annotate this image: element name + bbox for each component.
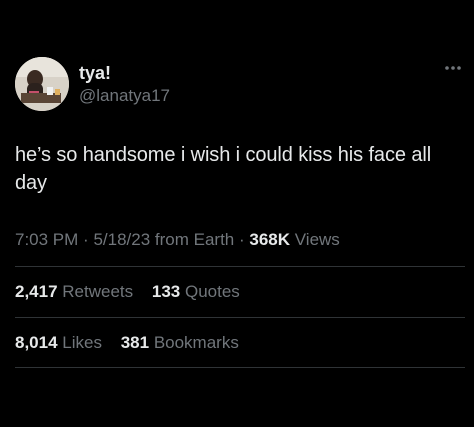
- display-name[interactable]: tya!: [79, 62, 111, 84]
- views-label: Views: [294, 230, 340, 249]
- tweet-text: he’s so handsome i wish i could kiss his…: [15, 144, 432, 194]
- tweet-time[interactable]: 7:03 PM: [15, 230, 78, 249]
- quotes-label: Quotes: [185, 282, 240, 301]
- user-handle[interactable]: @lanatya17: [79, 85, 170, 107]
- profile-photo-icon: [15, 57, 69, 111]
- tweet-card: tya! @lanatya17 he’s so handsome i wish …: [0, 0, 474, 427]
- bookmarks-count: 381: [120, 333, 150, 352]
- retweets-label: Retweets: [62, 282, 134, 301]
- likes-count: 8,014: [15, 333, 58, 352]
- engagement-row-2: 8,014 Likes 381 Bookmarks: [15, 331, 253, 355]
- likes-stat[interactable]: 8,014 Likes: [15, 331, 102, 355]
- engagement-row-1: 2,417 Retweets 133 Quotes: [15, 280, 254, 304]
- meta-separator: ·: [83, 230, 94, 249]
- divider: [15, 317, 465, 318]
- quotes-count: 133: [151, 282, 181, 301]
- tweet-source: from Earth: [154, 230, 235, 249]
- bookmarks-label: Bookmarks: [153, 333, 239, 352]
- divider: [15, 367, 465, 368]
- quotes-stat[interactable]: 133 Quotes: [152, 280, 240, 304]
- tweet-date[interactable]: 5/18/23: [93, 230, 150, 249]
- views-count: 368K: [249, 230, 291, 249]
- bookmarks-stat[interactable]: 381 Bookmarks: [121, 331, 239, 355]
- ellipsis-icon[interactable]: [440, 60, 466, 76]
- divider: [15, 266, 465, 267]
- avatar[interactable]: [15, 57, 69, 111]
- retweets-count: 2,417: [15, 282, 58, 301]
- tweet-meta: 7:03 PM · 5/18/23 from Earth · 368K View…: [15, 228, 340, 252]
- likes-label: Likes: [62, 333, 102, 352]
- meta-separator: ·: [239, 230, 250, 249]
- retweets-stat[interactable]: 2,417 Retweets: [15, 280, 133, 304]
